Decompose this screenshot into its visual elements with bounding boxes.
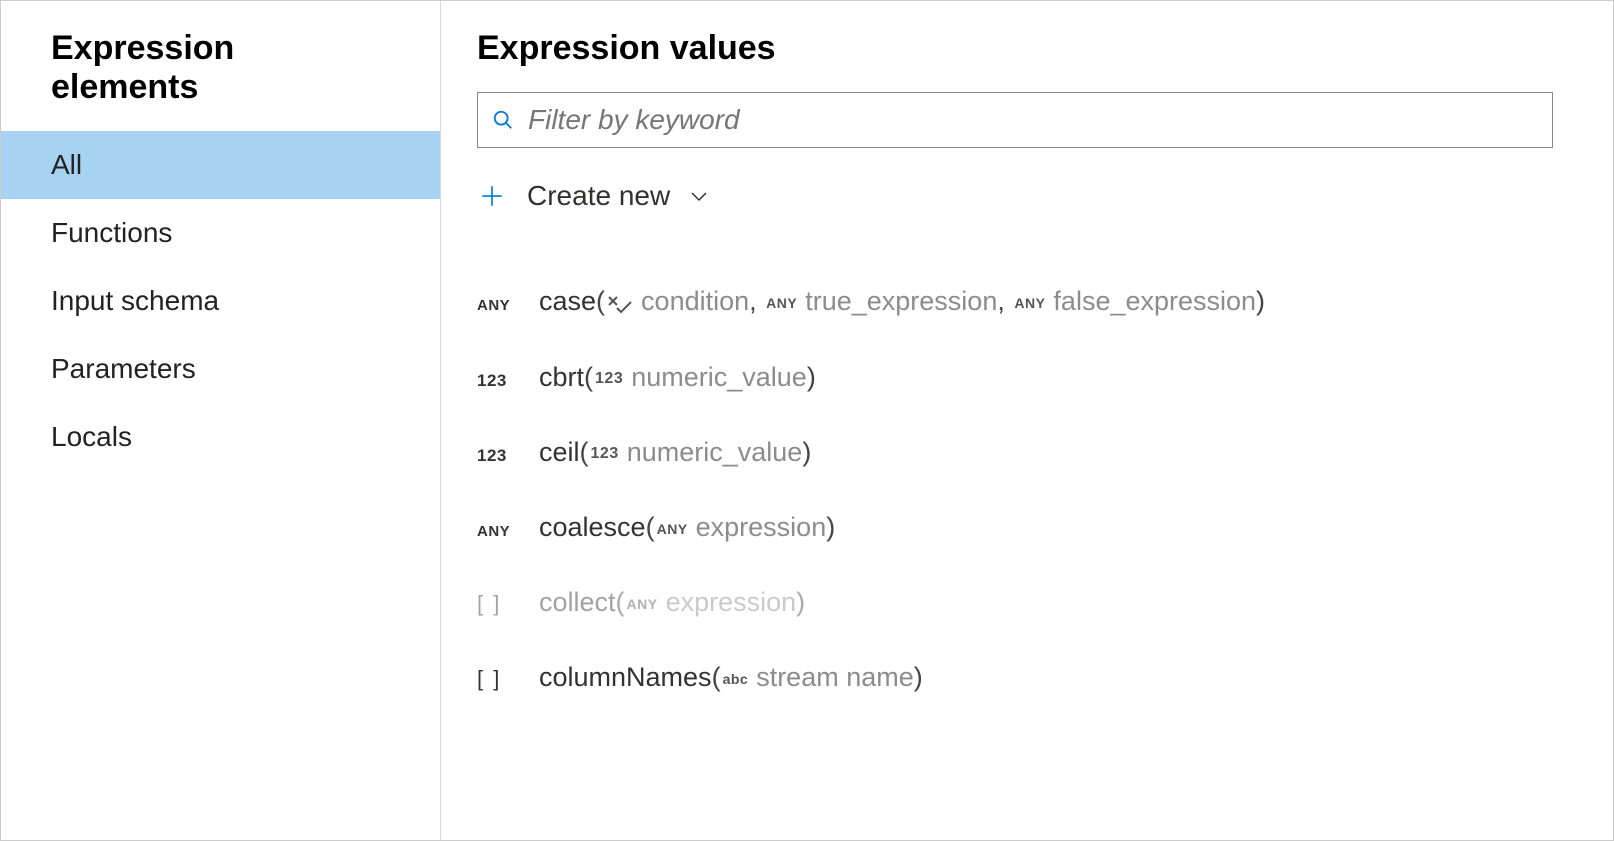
search-box[interactable] [477, 92, 1553, 148]
sidebar-item-input-schema[interactable]: Input schema [1, 267, 440, 335]
function-signature: coalesce(ANYexpression) [539, 512, 835, 543]
return-type-badge: 123 [477, 371, 539, 391]
return-type-badge: ANY [477, 297, 539, 314]
return-type-badge: [ ] [477, 666, 539, 692]
function-signature: columnNames(abcstream name) [539, 662, 923, 693]
return-type-badge: ANY [477, 523, 539, 540]
expression-builder-panel: Expression elements AllFunctionsInput sc… [0, 0, 1614, 841]
search-icon [492, 109, 514, 131]
return-type-badge: 123 [477, 446, 539, 466]
function-item-case[interactable]: ANYcase(condition, ANYtrue_expression, A… [477, 264, 1553, 340]
create-new-label: Create new [527, 180, 670, 212]
function-signature: collect(ANYexpression) [539, 587, 805, 618]
sidebar-item-parameters[interactable]: Parameters [1, 335, 440, 403]
function-signature: ceil(123numeric_value) [539, 437, 811, 468]
main-title: Expression values [477, 19, 1553, 92]
function-signature: case(condition, ANYtrue_expression, ANYf… [539, 286, 1265, 318]
sidebar-item-all[interactable]: All [1, 131, 440, 199]
sidebar-item-locals[interactable]: Locals [1, 403, 440, 471]
return-type-badge: [ ] [477, 591, 539, 617]
function-item-coalesce[interactable]: ANYcoalesce(ANYexpression) [477, 490, 1553, 565]
sidebar-item-functions[interactable]: Functions [1, 199, 440, 267]
function-item-ceil[interactable]: 123ceil(123numeric_value) [477, 415, 1553, 490]
search-input[interactable] [528, 104, 1538, 136]
function-signature: cbrt(123numeric_value) [539, 362, 816, 393]
function-item-columnNames[interactable]: [ ]columnNames(abcstream name) [477, 640, 1553, 715]
main-content: Expression values Create new ANYcase(con… [441, 1, 1613, 840]
create-new-button[interactable]: Create new [477, 168, 1553, 246]
function-item-cbrt[interactable]: 123cbrt(123numeric_value) [477, 340, 1553, 415]
sidebar-title: Expression elements [1, 19, 440, 131]
plus-icon [479, 183, 505, 209]
chevron-down-icon [690, 190, 708, 202]
function-item-collect[interactable]: [ ]collect(ANYexpression) [477, 565, 1553, 640]
function-list: ANYcase(condition, ANYtrue_expression, A… [477, 246, 1553, 715]
sidebar: Expression elements AllFunctionsInput sc… [1, 1, 441, 840]
